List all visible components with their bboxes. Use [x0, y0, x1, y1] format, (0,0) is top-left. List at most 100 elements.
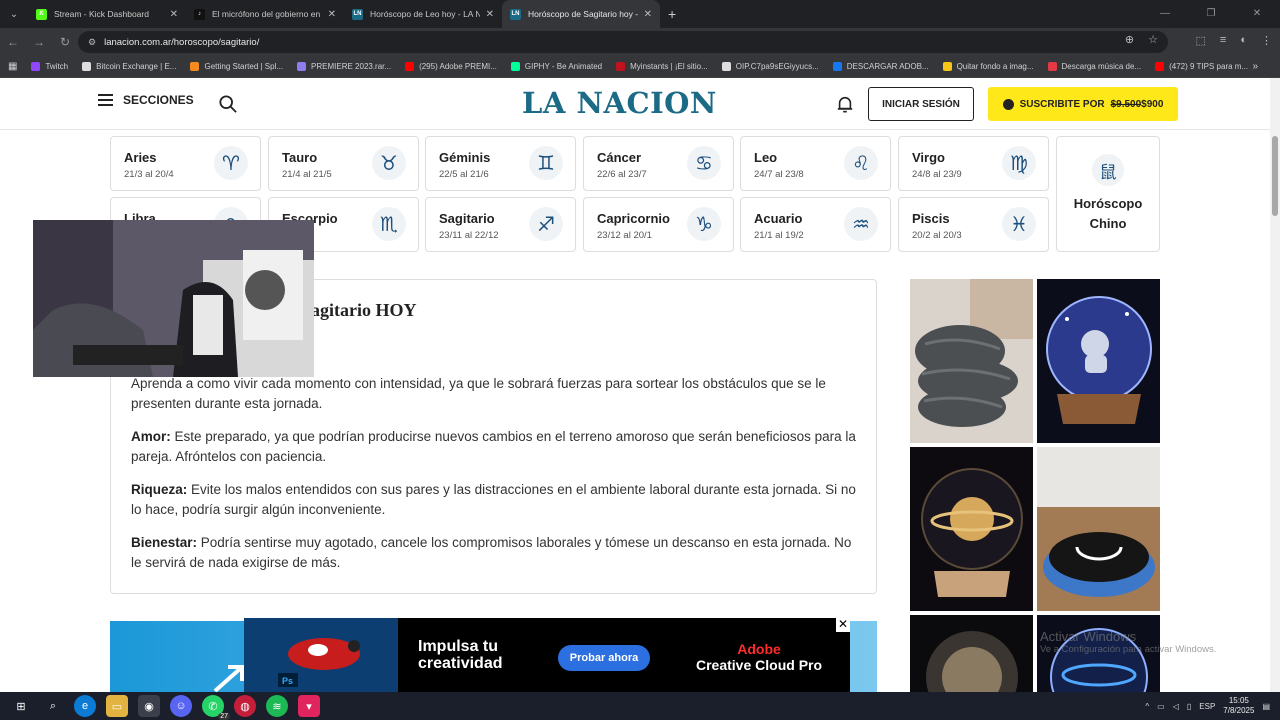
- app-pink-icon[interactable]: ▾: [298, 695, 320, 717]
- volume-icon[interactable]: ◁: [1173, 702, 1179, 711]
- zodiac-card[interactable]: Cáncer 22/6 al 23/7 ♋: [583, 136, 734, 191]
- ad-close-icon[interactable]: ✕: [836, 618, 850, 632]
- browser-tab[interactable]: LN Horóscopo de Sagitario hoy - L ✕: [502, 0, 660, 28]
- network-icon[interactable]: ▭: [1157, 702, 1165, 711]
- apps-grid-icon[interactable]: ▦: [8, 61, 17, 72]
- bookmark-item[interactable]: DESCARGAR ADOB...: [832, 62, 929, 71]
- clock[interactable]: 15:05 7/8/2025: [1223, 696, 1254, 716]
- minimize-icon[interactable]: —: [1142, 0, 1188, 28]
- tab-close-icon[interactable]: ✕: [170, 9, 178, 20]
- zodiac-card[interactable]: Capricornio 23/12 al 20/1 ♑: [583, 197, 734, 252]
- language-indicator[interactable]: ESP: [1199, 702, 1215, 711]
- wellness-text: Podría sentirse muy agotado, cancele los…: [131, 535, 852, 570]
- more-bookmarks-icon[interactable]: »: [1252, 61, 1258, 72]
- window-controls: — ❐ ✕: [1142, 0, 1280, 28]
- bookmark-item[interactable]: PREMIERE 2023.rar...: [297, 62, 391, 71]
- notifications-bell-icon[interactable]: [836, 95, 854, 113]
- zodiac-card[interactable]: Virgo 24/8 al 23/9 ♍: [898, 136, 1049, 191]
- spotify-icon[interactable]: ≋: [266, 695, 288, 717]
- bookmark-item[interactable]: Myinstants | ¡El sitio...: [616, 62, 708, 71]
- search-icon[interactable]: [219, 95, 237, 113]
- zodiac-dates: 23/11 al 22/12: [439, 230, 499, 241]
- back-icon[interactable]: ←: [0, 35, 26, 49]
- whatsapp-icon[interactable]: ✆ 27: [202, 695, 230, 720]
- zodiac-card[interactable]: Sagitario 23/11 al 22/12 ♐: [425, 197, 576, 252]
- profile-avatar[interactable]: ◐: [1240, 34, 1247, 47]
- taskbar-search-icon[interactable]: ⌕: [42, 695, 64, 717]
- reading-list-icon[interactable]: ≡: [1220, 34, 1226, 47]
- file-explorer-icon[interactable]: ▭: [106, 695, 128, 717]
- zodiac-card[interactable]: Acuario 21/1 al 19/2 ♒: [740, 197, 891, 252]
- zodiac-card[interactable]: Piscis 20/2 al 20/3 ♓: [898, 197, 1049, 252]
- ad-image-saturn-globe[interactable]: [910, 447, 1033, 611]
- tab-close-icon[interactable]: ✕: [486, 9, 494, 20]
- tray-chevron-icon[interactable]: ^: [1145, 702, 1149, 711]
- zodiac-card[interactable]: Aries 21/3 al 20/4 ♈: [110, 136, 261, 191]
- zoom-icon[interactable]: ⊕: [1125, 33, 1134, 46]
- zodiac-symbol-icon: ♊: [529, 146, 563, 180]
- zodiac-name: Capricornio: [597, 211, 670, 226]
- restore-icon[interactable]: ❐: [1188, 0, 1234, 28]
- tab-title: Horóscopo de Sagitario hoy - L: [528, 9, 638, 19]
- discord-icon[interactable]: ☺: [170, 695, 192, 717]
- browser-tab[interactable]: LN Horóscopo de Leo hoy - LA NAC ✕: [344, 0, 502, 28]
- forward-icon[interactable]: →: [26, 35, 52, 49]
- bookmark-item[interactable]: GIPHY - Be Animated: [510, 62, 602, 71]
- ad-image-astronaut-globe[interactable]: [1037, 279, 1160, 443]
- chrome-icon[interactable]: ◉: [138, 695, 160, 717]
- extensions-icon[interactable]: ⬚: [1196, 34, 1206, 47]
- browser-tab[interactable]: K Stream - Kick Dashboard ✕: [28, 0, 186, 28]
- zodiac-name: Piscis: [912, 211, 950, 226]
- bookmark-item[interactable]: Quitar fondo a imag...: [942, 62, 1034, 71]
- ad-image-mop-robot[interactable]: [1037, 447, 1160, 611]
- bookmark-item[interactable]: Getting Started | Spl...: [190, 62, 283, 71]
- bookmark-item[interactable]: (295) Adobe PREMI...: [405, 62, 497, 71]
- ad-image-blanket[interactable]: [910, 279, 1033, 443]
- sections-menu-button[interactable]: SECCIONES: [98, 93, 194, 107]
- zodiac-symbol-icon: ♌: [844, 146, 878, 180]
- ad-image-moon-globe[interactable]: [910, 615, 1033, 692]
- site-info-icon[interactable]: ⚙: [88, 37, 96, 48]
- battery-icon[interactable]: ▯: [1187, 702, 1191, 711]
- zodiac-card[interactable]: Géminis 22/5 al 21/6 ♊: [425, 136, 576, 191]
- page-scrollbar[interactable]: [1270, 78, 1280, 692]
- bookmark-item[interactable]: Twitch: [31, 62, 68, 71]
- login-button[interactable]: INICIAR SESIÓN: [868, 87, 974, 121]
- zodiac-card[interactable]: Tauro 21/4 al 21/5 ♉: [268, 136, 419, 191]
- zodiac-name: Acuario: [754, 211, 803, 226]
- chinese-horoscope-card[interactable]: 鼠 Horóscopo Chino: [1056, 136, 1160, 252]
- new-tab-button[interactable]: +: [668, 6, 676, 22]
- bookmark-favicon-icon: [1047, 62, 1057, 71]
- url-field[interactable]: ⚙ lanacion.com.ar/horoscopo/sagitario/ ⊕…: [78, 31, 1168, 53]
- scrollbar-thumb[interactable]: [1272, 136, 1278, 216]
- ad-cta-button[interactable]: Probar ahora: [558, 645, 650, 671]
- subscribe-button[interactable]: SUSCRIBITE POR $9.500 $900: [988, 87, 1178, 121]
- bookmark-favicon-icon: [616, 62, 626, 71]
- windows-start-icon[interactable]: ⊞: [10, 695, 32, 717]
- tab-close-icon[interactable]: ✕: [644, 9, 652, 20]
- tab-close-icon[interactable]: ✕: [328, 9, 336, 20]
- bookmark-item[interactable]: OIP.C7pa9sEGiyyucs...: [721, 62, 819, 71]
- tab-title: Horóscopo de Leo hoy - LA NAC: [370, 9, 480, 19]
- notification-icon[interactable]: ▤: [1262, 702, 1270, 711]
- zodiac-dates: 21/4 al 21/5: [282, 169, 332, 180]
- bookmark-star-icon[interactable]: ☆: [1148, 33, 1158, 46]
- sections-label: SECCIONES: [123, 93, 194, 107]
- adobe-ad-banner[interactable]: Ps Impulsa tu creatividad Probar ahora A…: [244, 618, 850, 692]
- browser-tab[interactable]: ♪ El micrófono del gobierno en m ✕: [186, 0, 344, 28]
- edge-icon[interactable]: e: [74, 695, 96, 717]
- bookmark-item[interactable]: Bitcoin Exchange | E...: [82, 62, 176, 71]
- bookmark-favicon-icon: [297, 62, 307, 71]
- bookmark-item[interactable]: (472) 9 TIPS para m...: [1155, 62, 1248, 71]
- subscribe-badge-icon: [1002, 98, 1014, 110]
- close-window-icon[interactable]: ✕: [1234, 0, 1280, 28]
- reload-icon[interactable]: ↻: [52, 35, 78, 49]
- bookmark-item[interactable]: Descarga música de...: [1047, 62, 1141, 71]
- zodiac-card[interactable]: Leo 24/7 al 23/8 ♌: [740, 136, 891, 191]
- app-red-icon[interactable]: ◍: [234, 695, 256, 717]
- tab-search-chevron-icon[interactable]: ⌄: [0, 0, 28, 28]
- bookmark-label: Myinstants | ¡El sitio...: [630, 62, 708, 71]
- site-logo[interactable]: LA NACION: [522, 86, 717, 120]
- watermark-line1: Activar Windows: [1040, 629, 1137, 644]
- browser-menu-icon[interactable]: ⋮: [1261, 34, 1272, 47]
